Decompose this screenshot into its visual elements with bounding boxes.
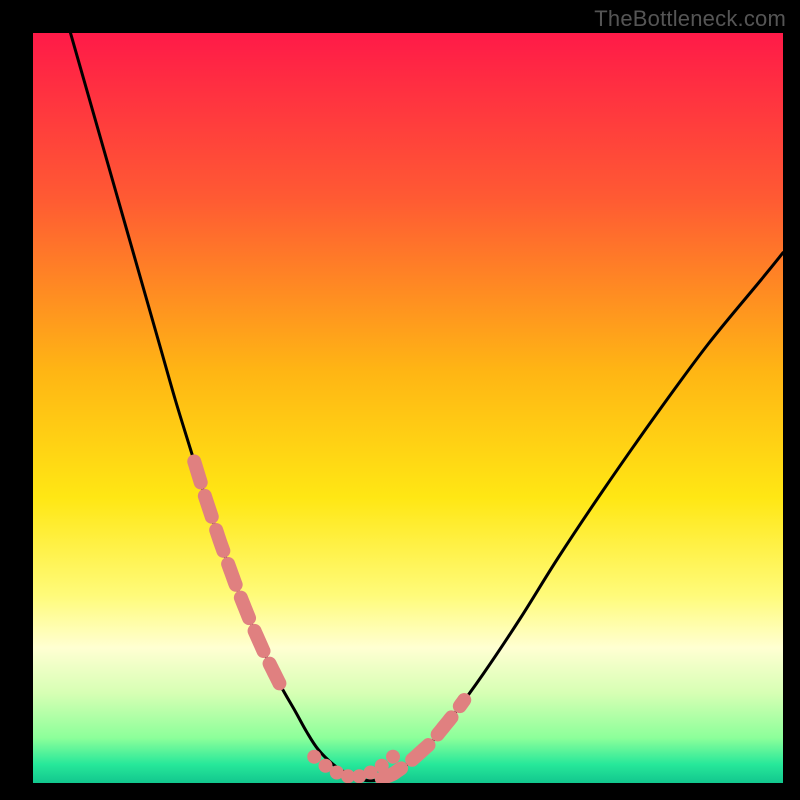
gradient-background [33, 33, 783, 783]
highlight-dot [386, 750, 400, 764]
highlight-dot [307, 750, 321, 764]
highlight-dot [375, 759, 389, 773]
chart-svg [33, 33, 783, 783]
plot-area [33, 33, 783, 783]
chart-frame: TheBottleneck.com [0, 0, 800, 800]
watermark-label: TheBottleneck.com [594, 6, 786, 32]
